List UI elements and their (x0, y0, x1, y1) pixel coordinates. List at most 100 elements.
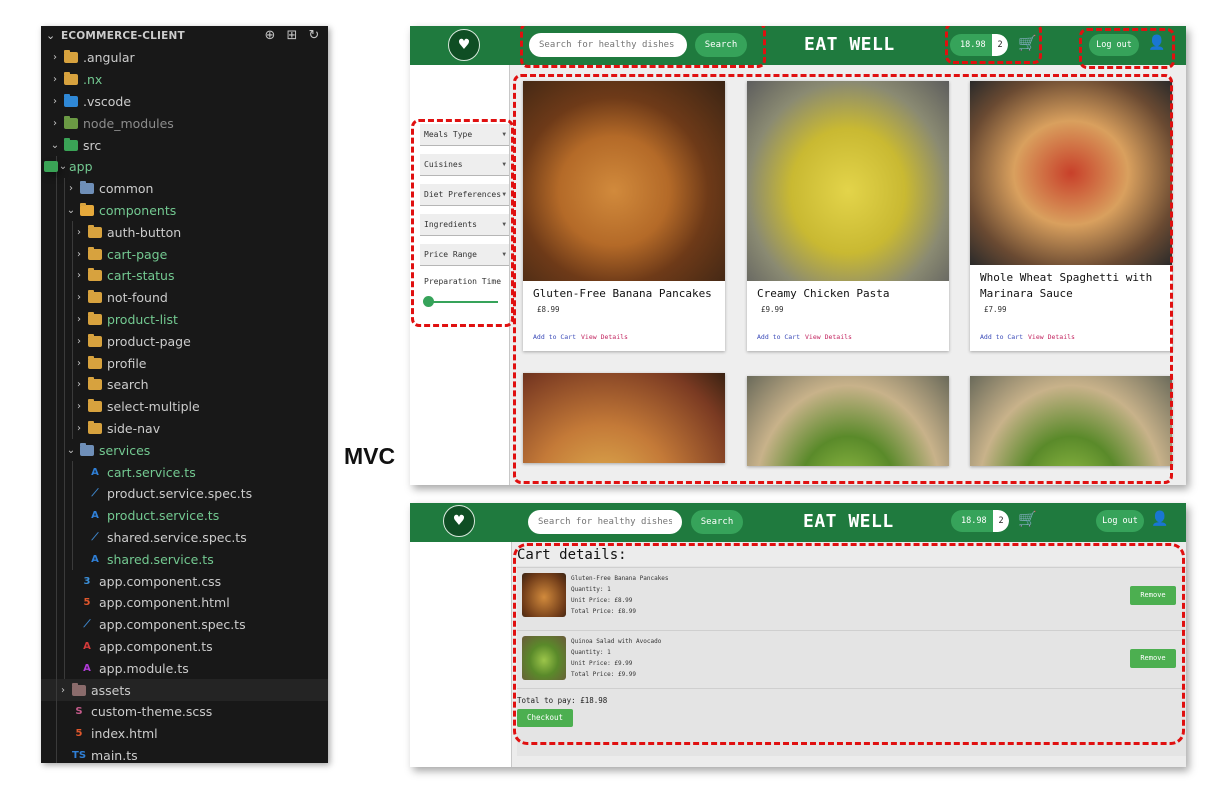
new-folder-icon[interactable]: ⊞ (284, 28, 300, 43)
tree-item[interactable]: Acart.service.ts (41, 461, 328, 483)
product-image[interactable] (747, 376, 949, 466)
product-image[interactable] (523, 81, 725, 281)
cart-icon[interactable]: 🛒 (1018, 510, 1037, 528)
new-file-icon[interactable]: ⊕ (262, 28, 278, 43)
tree-item[interactable]: › search (41, 374, 328, 396)
view-details-link[interactable]: View Details (1028, 333, 1075, 341)
tree-item[interactable]: 5 index.html (41, 722, 328, 745)
tree-item[interactable]: › .angular (41, 47, 328, 69)
product-image[interactable] (523, 373, 725, 463)
search-button[interactable]: Search (691, 510, 743, 534)
product-card[interactable]: Gluten-Free Banana Pancakes £8.99 Add to… (523, 81, 725, 351)
tree-item[interactable]: › .nx (41, 69, 328, 91)
tree-item[interactable]: › side-nav (41, 417, 328, 440)
tree-item[interactable]: ⌄ src (41, 134, 328, 156)
cart-item-quantity: Quantity: 1 (571, 649, 611, 656)
view-details-link[interactable]: View Details (581, 333, 628, 341)
filter-select[interactable]: Cuisines ▼ (420, 154, 509, 176)
cart-icon[interactable]: 🛒 (1018, 34, 1037, 52)
chevron-right-icon[interactable]: › (73, 314, 85, 325)
filter-select[interactable]: Diet Preferences ▼ (420, 184, 509, 206)
user-icon[interactable]: 👤 (1148, 35, 1165, 51)
chevron-down-icon[interactable]: ⌄ (49, 140, 61, 151)
tree-item[interactable]: Ashared.service.ts (41, 548, 328, 571)
tree-item[interactable]: 5 app.component.html (41, 592, 328, 614)
tree-item[interactable]: ⟋ shared.service.spec.ts (41, 526, 328, 549)
tree-item[interactable]: Scustom-theme.scss (41, 701, 328, 723)
tree-item[interactable]: › not-found (41, 286, 328, 309)
heart-logo-icon[interactable]: ♥ (448, 29, 480, 61)
chevron-right-icon[interactable]: › (73, 249, 85, 260)
heart-logo-icon[interactable]: ♥ (443, 505, 475, 537)
filter-select[interactable]: Price Range ▼ (420, 244, 509, 266)
chevron-right-icon[interactable]: › (49, 52, 61, 63)
chevron-right-icon[interactable]: › (49, 96, 61, 107)
checkout-button[interactable]: Checkout (517, 709, 573, 727)
chevron-down-icon[interactable]: ⌄ (46, 29, 55, 42)
search-input[interactable] (528, 510, 682, 534)
tree-item[interactable]: › assets (41, 679, 328, 701)
logout-button[interactable]: Log out (1089, 34, 1139, 56)
tree-item[interactable]: › common (41, 177, 328, 200)
tree-item[interactable]: ⟋ app.component.spec.ts (41, 613, 328, 636)
chevron-right-icon[interactable]: › (73, 336, 85, 347)
chevron-right-icon[interactable]: › (73, 379, 85, 390)
filter-select[interactable]: Meals Type ▼ (420, 124, 509, 146)
tree-item[interactable]: TS main.ts (41, 744, 328, 763)
tree-item[interactable]: › cart-status (41, 265, 328, 287)
chevron-right-icon[interactable]: › (65, 183, 77, 194)
tree-item[interactable]: › profile (41, 352, 328, 374)
preparation-time-slider[interactable] (423, 296, 434, 307)
tree-item[interactable]: › product-list (41, 308, 328, 331)
user-icon[interactable]: 👤 (1151, 511, 1168, 527)
tree-item[interactable]: › product-page (41, 330, 328, 353)
tree-item[interactable]: ⌄ components (41, 199, 328, 222)
tree-item[interactable]: ⟋ product.service.spec.ts (41, 483, 328, 505)
chevron-right-icon[interactable]: › (73, 270, 85, 281)
chevron-down-icon[interactable]: ⌄ (57, 161, 69, 172)
refresh-icon[interactable]: ↻ (306, 28, 322, 43)
tree-item[interactable]: › select-multiple (41, 395, 328, 418)
chevron-down-icon[interactable]: ⌄ (65, 445, 77, 456)
chevron-right-icon[interactable]: › (49, 74, 61, 85)
preparation-time-track[interactable] (428, 301, 498, 303)
chevron-down-icon[interactable]: ⌄ (65, 205, 77, 216)
add-to-cart-link[interactable]: Add to Cart (980, 333, 1023, 341)
product-image[interactable] (970, 376, 1172, 466)
view-details-link[interactable]: View Details (805, 333, 852, 341)
search-input[interactable] (529, 33, 687, 57)
add-to-cart-link[interactable]: Add to Cart (757, 333, 800, 341)
product-card[interactable]: Creamy Chicken Pasta £9.99 Add to Cart V… (747, 81, 949, 351)
tree-item[interactable]: Aapp.component.ts (41, 635, 328, 658)
chevron-right-icon[interactable]: › (73, 227, 85, 238)
tree-item[interactable]: ⌄ services (41, 439, 328, 462)
product-card[interactable] (747, 376, 949, 466)
add-to-cart-link[interactable]: Add to Cart (533, 333, 576, 341)
tree-item[interactable]: › cart-page (41, 243, 328, 265)
product-card[interactable]: Whole Wheat Spaghetti with Marinara Sauc… (970, 81, 1172, 351)
chevron-right-icon[interactable]: › (73, 358, 85, 369)
remove-button[interactable]: Remove (1130, 649, 1176, 668)
chevron-right-icon[interactable]: › (73, 292, 85, 303)
tree-item[interactable]: ⌄ app (41, 156, 328, 178)
chevron-right-icon[interactable]: › (73, 423, 85, 434)
product-card[interactable] (523, 373, 725, 463)
search-button[interactable]: Search (695, 33, 747, 57)
tree-item[interactable]: › node_modules (41, 112, 328, 134)
tree-item[interactable]: › auth-button (41, 221, 328, 244)
tree-item[interactable]: Aapp.module.ts (41, 657, 328, 680)
cart-status[interactable]: 18.98 2 (950, 34, 1008, 56)
product-image[interactable] (970, 81, 1172, 265)
product-image[interactable] (747, 81, 949, 281)
tree-item[interactable]: › .vscode (41, 91, 328, 113)
chevron-right-icon[interactable]: › (49, 118, 61, 129)
cart-status[interactable]: 18.98 2 (951, 510, 1009, 532)
tree-item[interactable]: Aproduct.service.ts (41, 504, 328, 527)
chevron-right-icon[interactable]: › (73, 401, 85, 412)
chevron-right-icon[interactable]: › (57, 685, 69, 696)
product-card[interactable] (970, 376, 1172, 466)
remove-button[interactable]: Remove (1130, 586, 1176, 605)
filter-select[interactable]: Ingredients ▼ (420, 214, 509, 236)
logout-button[interactable]: Log out (1096, 510, 1144, 532)
tree-item[interactable]: 3 app.component.css (41, 570, 328, 592)
